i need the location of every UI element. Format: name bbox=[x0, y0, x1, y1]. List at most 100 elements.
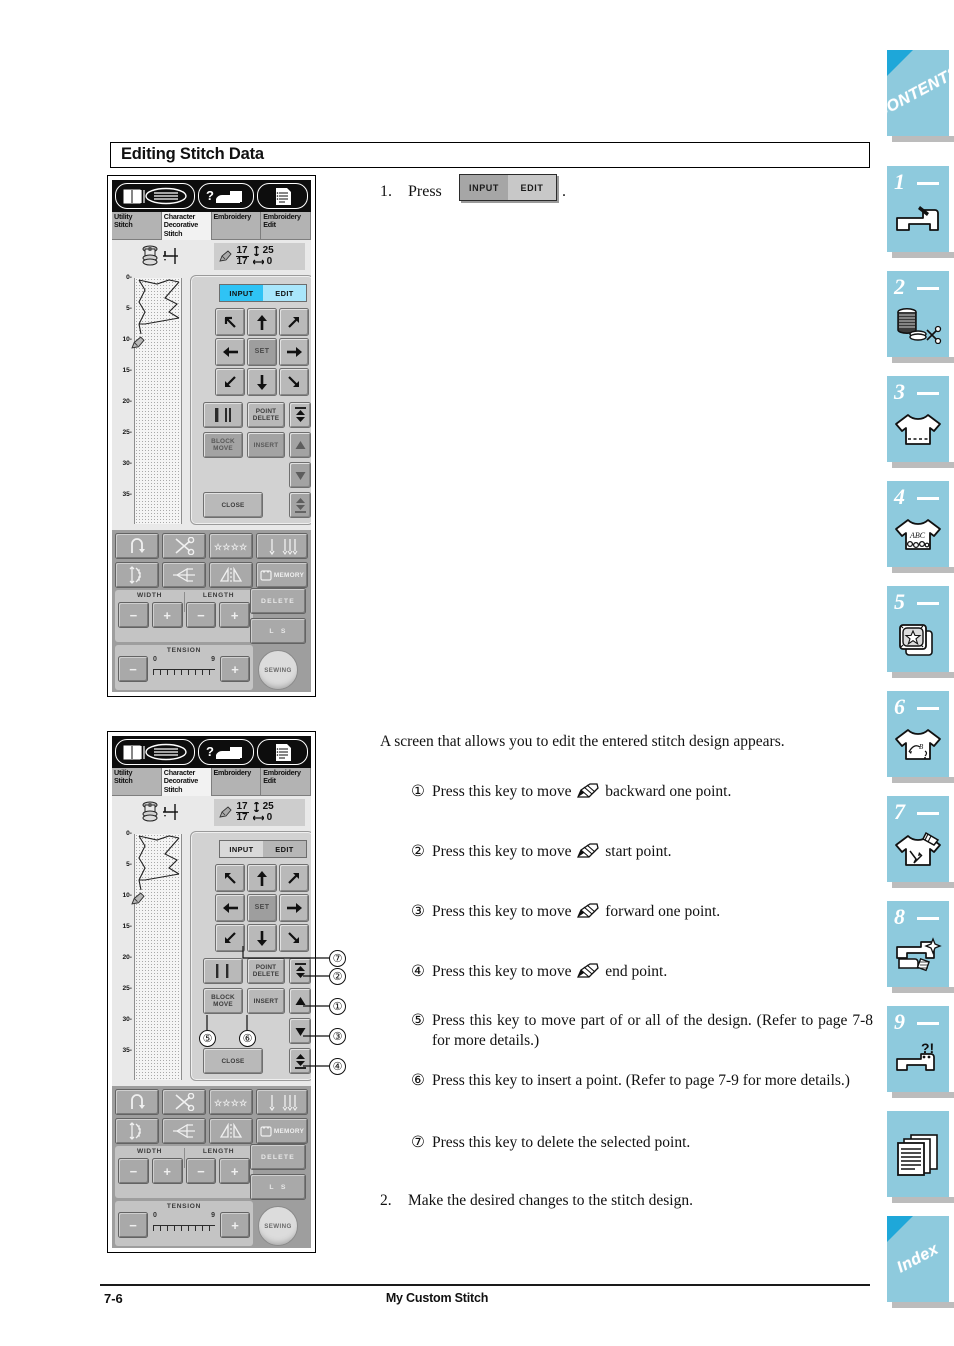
block-move-key[interactable]: BLOCK MOVE bbox=[203, 988, 243, 1014]
needle-mode-icon[interactable] bbox=[256, 533, 308, 559]
reverse-stitch-icon[interactable] bbox=[115, 1089, 159, 1115]
scissors-icon[interactable] bbox=[162, 1089, 206, 1115]
insert-key[interactable]: INSERT bbox=[247, 988, 285, 1014]
memory-button[interactable]: MEMORY bbox=[256, 1118, 308, 1144]
sidebar-item-ch1[interactable]: 1 bbox=[887, 166, 954, 258]
scissors-icon[interactable] bbox=[162, 533, 206, 559]
inline-input-edit-toggle[interactable]: INPUT EDIT bbox=[459, 174, 557, 201]
insert-key[interactable]: INSERT bbox=[247, 432, 285, 458]
arrow-down-right-key[interactable] bbox=[279, 924, 309, 952]
width-plus-button[interactable]: + bbox=[151, 1158, 183, 1184]
toggle-edit-2[interactable]: EDIT bbox=[263, 841, 306, 857]
mirror-horizontal-icon[interactable] bbox=[162, 562, 206, 588]
input-edit-toggle-2[interactable]: INPUT EDIT bbox=[219, 840, 307, 858]
arrow-up-right-key[interactable] bbox=[279, 864, 309, 892]
tension-minus-button[interactable]: − bbox=[118, 656, 148, 682]
inline-toggle-input[interactable]: INPUT bbox=[460, 175, 508, 200]
mirror-vertical-icon[interactable] bbox=[209, 1118, 253, 1144]
arrow-down-right-key[interactable] bbox=[279, 368, 309, 396]
needle-mode-icon[interactable] bbox=[256, 1089, 308, 1115]
sidebar-item-contents[interactable]: CONTENTS bbox=[873, 50, 954, 142]
question-machine-icon[interactable]: ? bbox=[198, 739, 254, 765]
elongation-icon[interactable] bbox=[115, 562, 159, 588]
delete-button[interactable]: DELETE bbox=[250, 588, 306, 614]
step-back-key[interactable] bbox=[289, 988, 311, 1014]
input-edit-toggle-1[interactable]: INPUT EDIT bbox=[219, 284, 307, 302]
memory-button[interactable]: MEMORY bbox=[256, 562, 308, 588]
point-delete-key[interactable]: POINT DELETE bbox=[247, 402, 285, 428]
arrow-down-left-key[interactable] bbox=[215, 924, 245, 952]
point-delete-key[interactable]: POINT DELETE bbox=[247, 958, 285, 984]
width-minus-button[interactable]: − bbox=[118, 1158, 149, 1184]
block-move-key[interactable]: BLOCK MOVE bbox=[203, 432, 243, 458]
sidebar-item-ch4[interactable]: 4 ABC bbox=[887, 481, 954, 573]
sidebar-item-ch5[interactable]: 5 bbox=[887, 586, 954, 678]
tension-plus-button[interactable]: + bbox=[220, 656, 250, 682]
width-plus-button[interactable]: + bbox=[151, 602, 183, 628]
tab-embroidery-edit[interactable]: Embroidery Edit bbox=[261, 212, 311, 240]
arrow-left-key[interactable] bbox=[215, 338, 245, 366]
sidebar-item-ch6[interactable]: 6 B bbox=[887, 691, 954, 783]
sidebar-item-ch7[interactable]: 7 bbox=[887, 796, 954, 888]
step-forward-key[interactable] bbox=[289, 462, 311, 488]
tab-embroidery[interactable]: Embroidery bbox=[211, 768, 262, 796]
sidebar-item-index[interactable]: Index bbox=[887, 1216, 954, 1308]
question-machine-icon[interactable]: ? bbox=[198, 183, 254, 209]
stitch-pattern-icon[interactable]: ☆☆☆☆ ☆ bbox=[209, 533, 253, 559]
stitch-canvas[interactable] bbox=[131, 834, 182, 1080]
set-key[interactable]: SET bbox=[247, 894, 277, 922]
arrow-up-right-key[interactable] bbox=[279, 308, 309, 336]
step-back-key[interactable] bbox=[289, 432, 311, 458]
ls-button[interactable]: L S bbox=[250, 1174, 306, 1200]
stitch-canvas[interactable] bbox=[131, 278, 182, 524]
jump-to-start-key[interactable] bbox=[289, 958, 311, 984]
mirror-vertical-icon[interactable] bbox=[209, 562, 253, 588]
book-needle-icon[interactable] bbox=[115, 183, 195, 209]
tab-embroidery-edit[interactable]: Embroidery Edit bbox=[261, 768, 311, 796]
arrow-up-left-key[interactable] bbox=[215, 308, 245, 336]
ls-button[interactable]: L S bbox=[250, 618, 306, 644]
tab-embroidery[interactable]: Embroidery bbox=[211, 212, 262, 240]
elongation-icon[interactable] bbox=[115, 1118, 159, 1144]
step-forward-key[interactable] bbox=[289, 1018, 311, 1044]
close-key[interactable]: CLOSE bbox=[203, 492, 263, 518]
length-minus-button[interactable]: − bbox=[185, 1158, 217, 1184]
toggle-input-2[interactable]: INPUT bbox=[220, 841, 263, 857]
sidebar-item-ch8[interactable]: 8 bbox=[887, 901, 954, 993]
set-key[interactable]: SET bbox=[247, 338, 277, 366]
arrow-right-key[interactable] bbox=[279, 894, 309, 922]
toggle-input-1[interactable]: INPUT bbox=[220, 285, 263, 301]
length-plus-button[interactable]: + bbox=[219, 1158, 250, 1184]
mirror-horizontal-icon[interactable] bbox=[162, 1118, 206, 1144]
jump-to-end-key[interactable] bbox=[289, 1048, 311, 1074]
arrow-right-key[interactable] bbox=[279, 338, 309, 366]
tab-utility-stitch[interactable]: Utility Stitch bbox=[112, 768, 162, 796]
arrow-down-key[interactable] bbox=[247, 368, 277, 396]
arrow-down-left-key[interactable] bbox=[215, 368, 245, 396]
document-list-icon[interactable] bbox=[257, 739, 308, 765]
arrow-up-left-key[interactable] bbox=[215, 864, 245, 892]
inline-toggle-edit[interactable]: EDIT bbox=[508, 175, 556, 200]
sidebar-item-ch3[interactable]: 3 bbox=[887, 376, 954, 468]
delete-button[interactable]: DELETE bbox=[250, 1144, 306, 1170]
jump-to-start-key[interactable] bbox=[289, 402, 311, 428]
toggle-edit-1[interactable]: EDIT bbox=[263, 285, 306, 301]
sidebar-item-ch2[interactable]: 2 bbox=[887, 271, 954, 363]
single-double-stitch-key[interactable] bbox=[203, 958, 243, 984]
arrow-up-key[interactable] bbox=[247, 308, 277, 336]
jump-to-end-key[interactable] bbox=[289, 492, 311, 518]
close-key[interactable]: CLOSE bbox=[203, 1048, 263, 1074]
reverse-stitch-icon[interactable] bbox=[115, 533, 159, 559]
arrow-up-key[interactable] bbox=[247, 864, 277, 892]
single-double-stitch-key[interactable] bbox=[203, 402, 243, 428]
book-needle-icon[interactable] bbox=[115, 739, 195, 765]
tab-character-decorative-stitch[interactable]: Character Decorative Stitch bbox=[161, 212, 212, 240]
length-minus-button[interactable]: − bbox=[185, 602, 217, 628]
sewing-button[interactable]: SEWING bbox=[258, 650, 298, 690]
stitch-pattern-icon[interactable]: ☆☆☆☆ ☆ bbox=[209, 1089, 253, 1115]
tension-minus-button[interactable]: − bbox=[118, 1212, 148, 1238]
arrow-left-key[interactable] bbox=[215, 894, 245, 922]
sidebar-item-appendix[interactable] bbox=[887, 1111, 954, 1203]
arrow-down-key[interactable] bbox=[247, 924, 277, 952]
length-plus-button[interactable]: + bbox=[219, 602, 250, 628]
